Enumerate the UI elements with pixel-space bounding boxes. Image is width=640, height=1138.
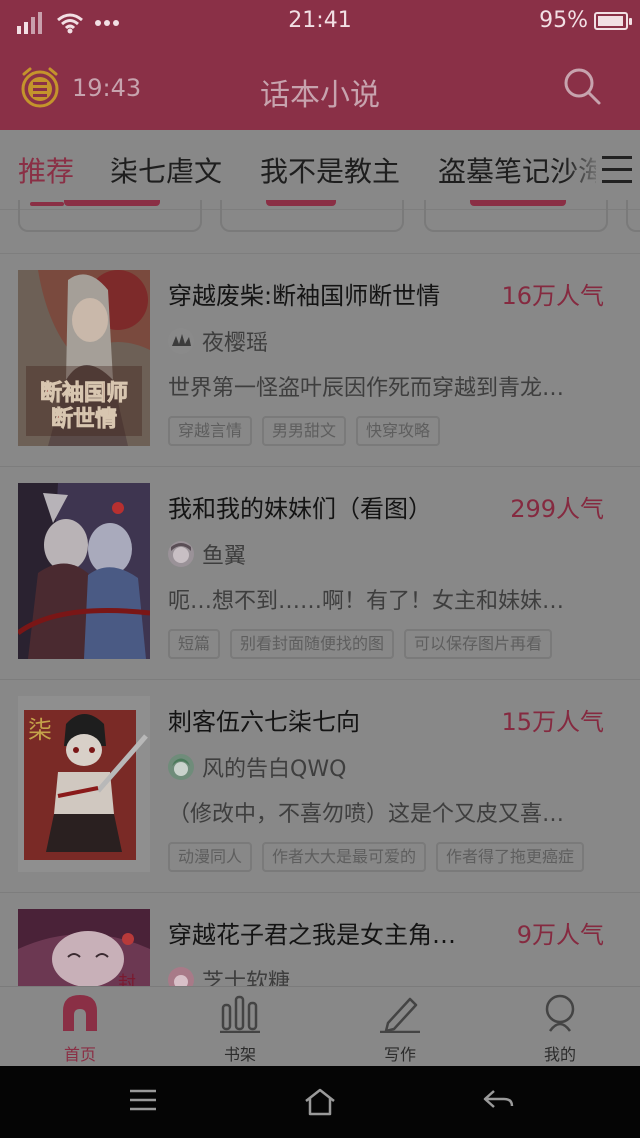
book-item[interactable]: 我和我的妹妹们（看图） 299人气 鱼翼 呃…想不到……啊！有了！女主和妹妹… … — [0, 467, 640, 680]
book-author[interactable]: 芝士软糖 — [168, 965, 290, 986]
book-popularity: 15万人气 — [501, 708, 604, 736]
nav-profile-label: 我的 — [543, 1045, 576, 1064]
cover-char: 封 — [118, 973, 136, 986]
book-tags: 穿越言情 男男甜文 快穿攻略 — [168, 416, 441, 446]
author-avatar — [168, 541, 194, 567]
book-cover[interactable] — [18, 483, 150, 659]
book-popularity: 16万人气 — [501, 282, 604, 310]
svg-text:断世情: 断世情 — [51, 406, 117, 432]
book-author[interactable]: 鱼翼 — [168, 539, 246, 569]
battery-icon — [594, 11, 632, 30]
rank-button-3[interactable] — [424, 200, 608, 232]
battery-percent: 95% — [539, 8, 588, 33]
book-list: 断袖国师 断世情 穿越废柴:断袖国师断世情 16万人气 夜樱瑶 世界第一怪盗叶辰… — [0, 254, 640, 986]
author-name: 风的告白QWQ — [202, 757, 347, 782]
category-tabs: 推荐 柒七虐文 我不是教主 盗墓笔记沙海 — [0, 130, 640, 210]
book-item[interactable]: 柒 刺客伍六七柒七向 15万人气 风的告白QWQ （修改中，不喜勿喷）这是个又皮… — [0, 680, 640, 893]
book-tag[interactable]: 作者大大是最可爱的 — [262, 842, 427, 872]
book-intro: （修改中，不喜勿喷）这是个又皮又喜… — [168, 802, 565, 827]
book-tag[interactable]: 别看封面随便找的图 — [230, 629, 395, 659]
system-nav-bar — [0, 1066, 640, 1138]
rank-button-2[interactable] — [220, 200, 404, 232]
nav-home[interactable]: 首页 — [20, 993, 140, 1065]
cover-char: 柒 — [28, 716, 52, 744]
pen-icon — [380, 997, 420, 1034]
nav-bookshelf[interactable]: 书架 — [180, 993, 300, 1065]
rank-button-4[interactable] — [626, 200, 640, 232]
book-tags: 短篇 别看封面随便找的图 可以保存图片再看 — [168, 629, 553, 659]
bookshelf-icon — [220, 995, 260, 1034]
book-cover[interactable]: 柒 — [18, 696, 150, 872]
battery-level — [598, 15, 623, 26]
book-tag[interactable]: 作者得了拖更癌症 — [436, 842, 585, 872]
author-name: 鱼翼 — [202, 544, 247, 569]
author-avatar — [168, 754, 194, 780]
book-title[interactable]: 穿越花子君之我是女主角… — [168, 915, 456, 950]
back-icon[interactable] — [482, 1088, 514, 1112]
rank-button-1[interactable] — [18, 200, 202, 232]
home-button-icon[interactable] — [304, 1088, 336, 1116]
book-tag[interactable]: 男男甜文 — [262, 416, 347, 446]
book-item[interactable]: 封 穿越花子君之我是女主角… 9万人气 芝士软糖 — [0, 893, 640, 986]
author-avatar — [168, 328, 194, 354]
menu-icon[interactable] — [596, 152, 640, 192]
tab-not-leader[interactable]: 我不是教主 — [260, 150, 400, 190]
tab-qiqi-nuewen[interactable]: 柒七虐文 — [110, 150, 222, 190]
book-title[interactable]: 穿越废柴:断袖国师断世情 — [168, 276, 440, 311]
profile-icon — [545, 994, 575, 1032]
book-title[interactable]: 我和我的妹妹们（看图） — [168, 489, 432, 524]
nav-home-label: 首页 — [63, 1045, 96, 1064]
author-avatar — [168, 967, 194, 986]
book-intro: 呃…想不到……啊！有了！女主和妹妹… — [168, 589, 565, 614]
app-title: 话本小说 — [260, 78, 380, 113]
book-tag[interactable]: 短篇 — [168, 629, 221, 659]
book-cover[interactable]: 断袖国师 断世情 — [18, 270, 150, 446]
book-tag[interactable]: 穿越言情 — [168, 416, 253, 446]
ranking-buttons — [0, 200, 640, 254]
book-author[interactable]: 风的告白QWQ — [168, 752, 346, 782]
book-tag[interactable]: 快穿攻略 — [356, 416, 441, 446]
book-popularity: 9万人气 — [516, 921, 604, 949]
nav-bookshelf-label: 书架 — [223, 1045, 256, 1064]
nav-write-label: 写作 — [383, 1045, 416, 1064]
book-tag[interactable]: 可以保存图片再看 — [404, 629, 553, 659]
recent-apps-icon[interactable] — [128, 1088, 158, 1112]
bottom-nav: 首页 书架 写作 我的 — [0, 986, 640, 1066]
book-title[interactable]: 刺客伍六七柒七向 — [168, 702, 360, 737]
book-tags: 动漫同人 作者大大是最可爱的 作者得了拖更癌症 — [168, 842, 585, 872]
author-name: 芝士软糖 — [202, 970, 291, 986]
nav-write[interactable]: 写作 — [340, 993, 460, 1065]
book-popularity: 299人气 — [510, 495, 604, 523]
status-bar: 21:41 95% — [0, 0, 640, 46]
book-item[interactable]: 断袖国师 断世情 穿越废柴:断袖国师断世情 16万人气 夜樱瑶 世界第一怪盗叶辰… — [0, 254, 640, 467]
home-icon — [63, 995, 97, 1031]
nav-profile[interactable]: 我的 — [500, 993, 620, 1065]
book-intro: 世界第一怪盗叶辰因作死而穿越到青龙… — [168, 376, 565, 401]
book-author[interactable]: 夜樱瑶 — [168, 326, 268, 356]
book-cover[interactable]: 封 — [18, 909, 150, 986]
cover-title-text: 断袖国师 — [40, 380, 128, 406]
book-tag[interactable]: 动漫同人 — [168, 842, 253, 872]
app-header: 19:43 话本小说 — [0, 46, 640, 130]
tab-recommend[interactable]: 推荐 — [18, 150, 74, 190]
author-name: 夜樱瑶 — [202, 331, 269, 356]
search-icon[interactable] — [562, 66, 602, 106]
